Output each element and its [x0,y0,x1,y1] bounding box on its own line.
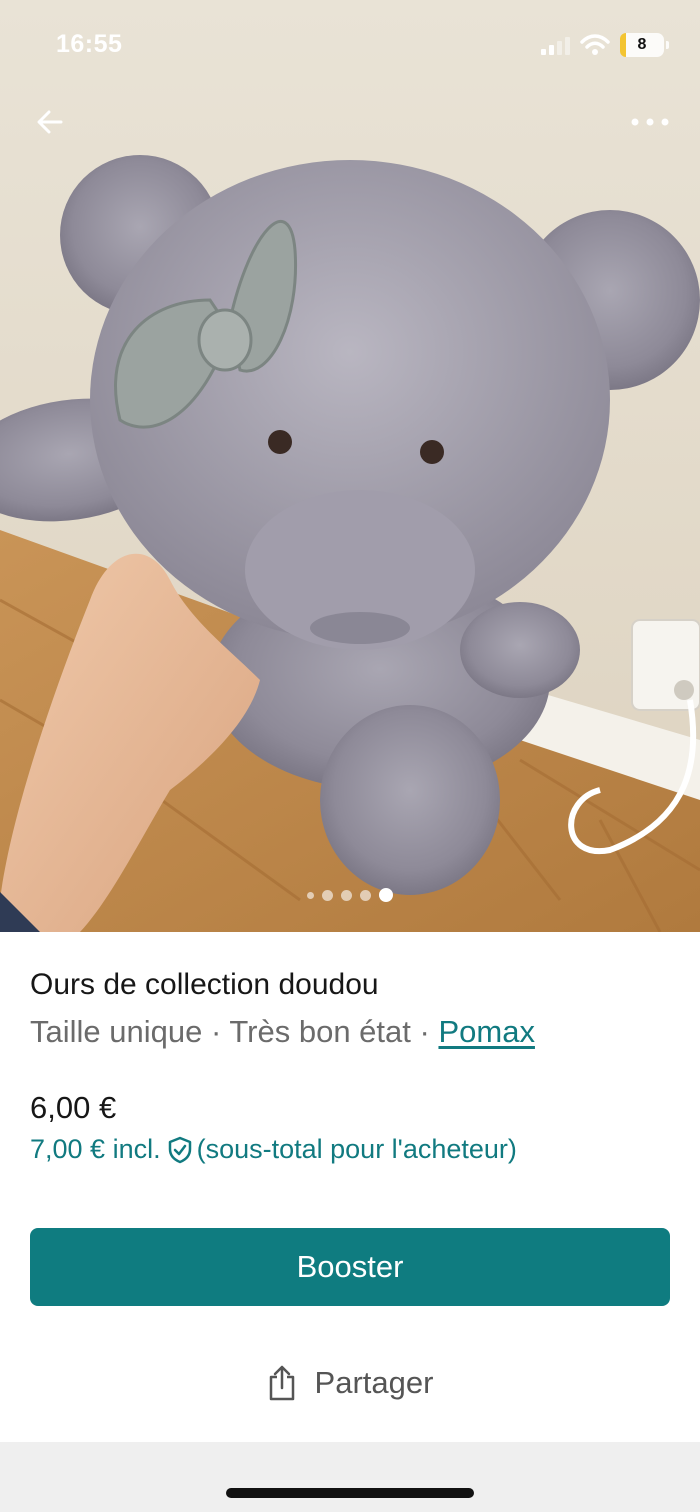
carousel-dot-active[interactable] [379,888,393,902]
listing-details: Ours de collection doudou Taille unique … [0,932,700,1442]
carousel-dot[interactable] [322,889,333,901]
carousel-indicator [0,888,700,902]
arrow-left-icon [37,110,63,134]
teddy-bear-photo [0,0,700,932]
share-label: Partager [314,1365,434,1400]
item-photo[interactable]: 16:55 8 [0,0,700,932]
carousel-dot[interactable] [341,889,352,901]
meta-separator: · [419,1014,430,1049]
buyer-price: 7,00 € incl. [30,1134,161,1164]
buyer-price-info[interactable]: 7,00 € incl. (sous-total pour l'acheteur… [30,1134,517,1165]
size-label: Taille unique [30,1014,203,1049]
bottom-bar [0,1442,700,1512]
listing-meta: Taille unique · Très bon état · Pomax [30,1014,535,1050]
condition-label: Très bon état [229,1014,411,1049]
buyer-note: (sous-total pour l'acheteur) [196,1134,517,1164]
shield-check-icon [168,1136,191,1163]
meta-separator: · [210,1014,222,1049]
carousel-dot[interactable] [360,889,371,901]
price: 6,00 € [30,1090,117,1125]
status-icons: 8 [541,30,669,60]
battery-icon: 8 [620,33,669,57]
wifi-icon [580,34,610,55]
booster-button[interactable]: Booster [30,1228,670,1306]
battery-level: 8 [637,36,647,53]
more-horizontal-icon [631,118,669,126]
share-icon [269,1365,294,1401]
share-button[interactable]: Partager [0,1364,700,1402]
brand-link[interactable]: Pomax [438,1014,534,1049]
more-options-button[interactable] [626,98,674,146]
home-indicator[interactable] [226,1488,474,1498]
booster-label: Booster [296,1249,404,1284]
status-time: 16:55 [56,30,123,58]
signal-icon [541,35,570,55]
listing-title: Ours de collection doudou [30,968,379,1001]
carousel-dot[interactable] [307,891,314,899]
back-button[interactable] [26,98,74,146]
